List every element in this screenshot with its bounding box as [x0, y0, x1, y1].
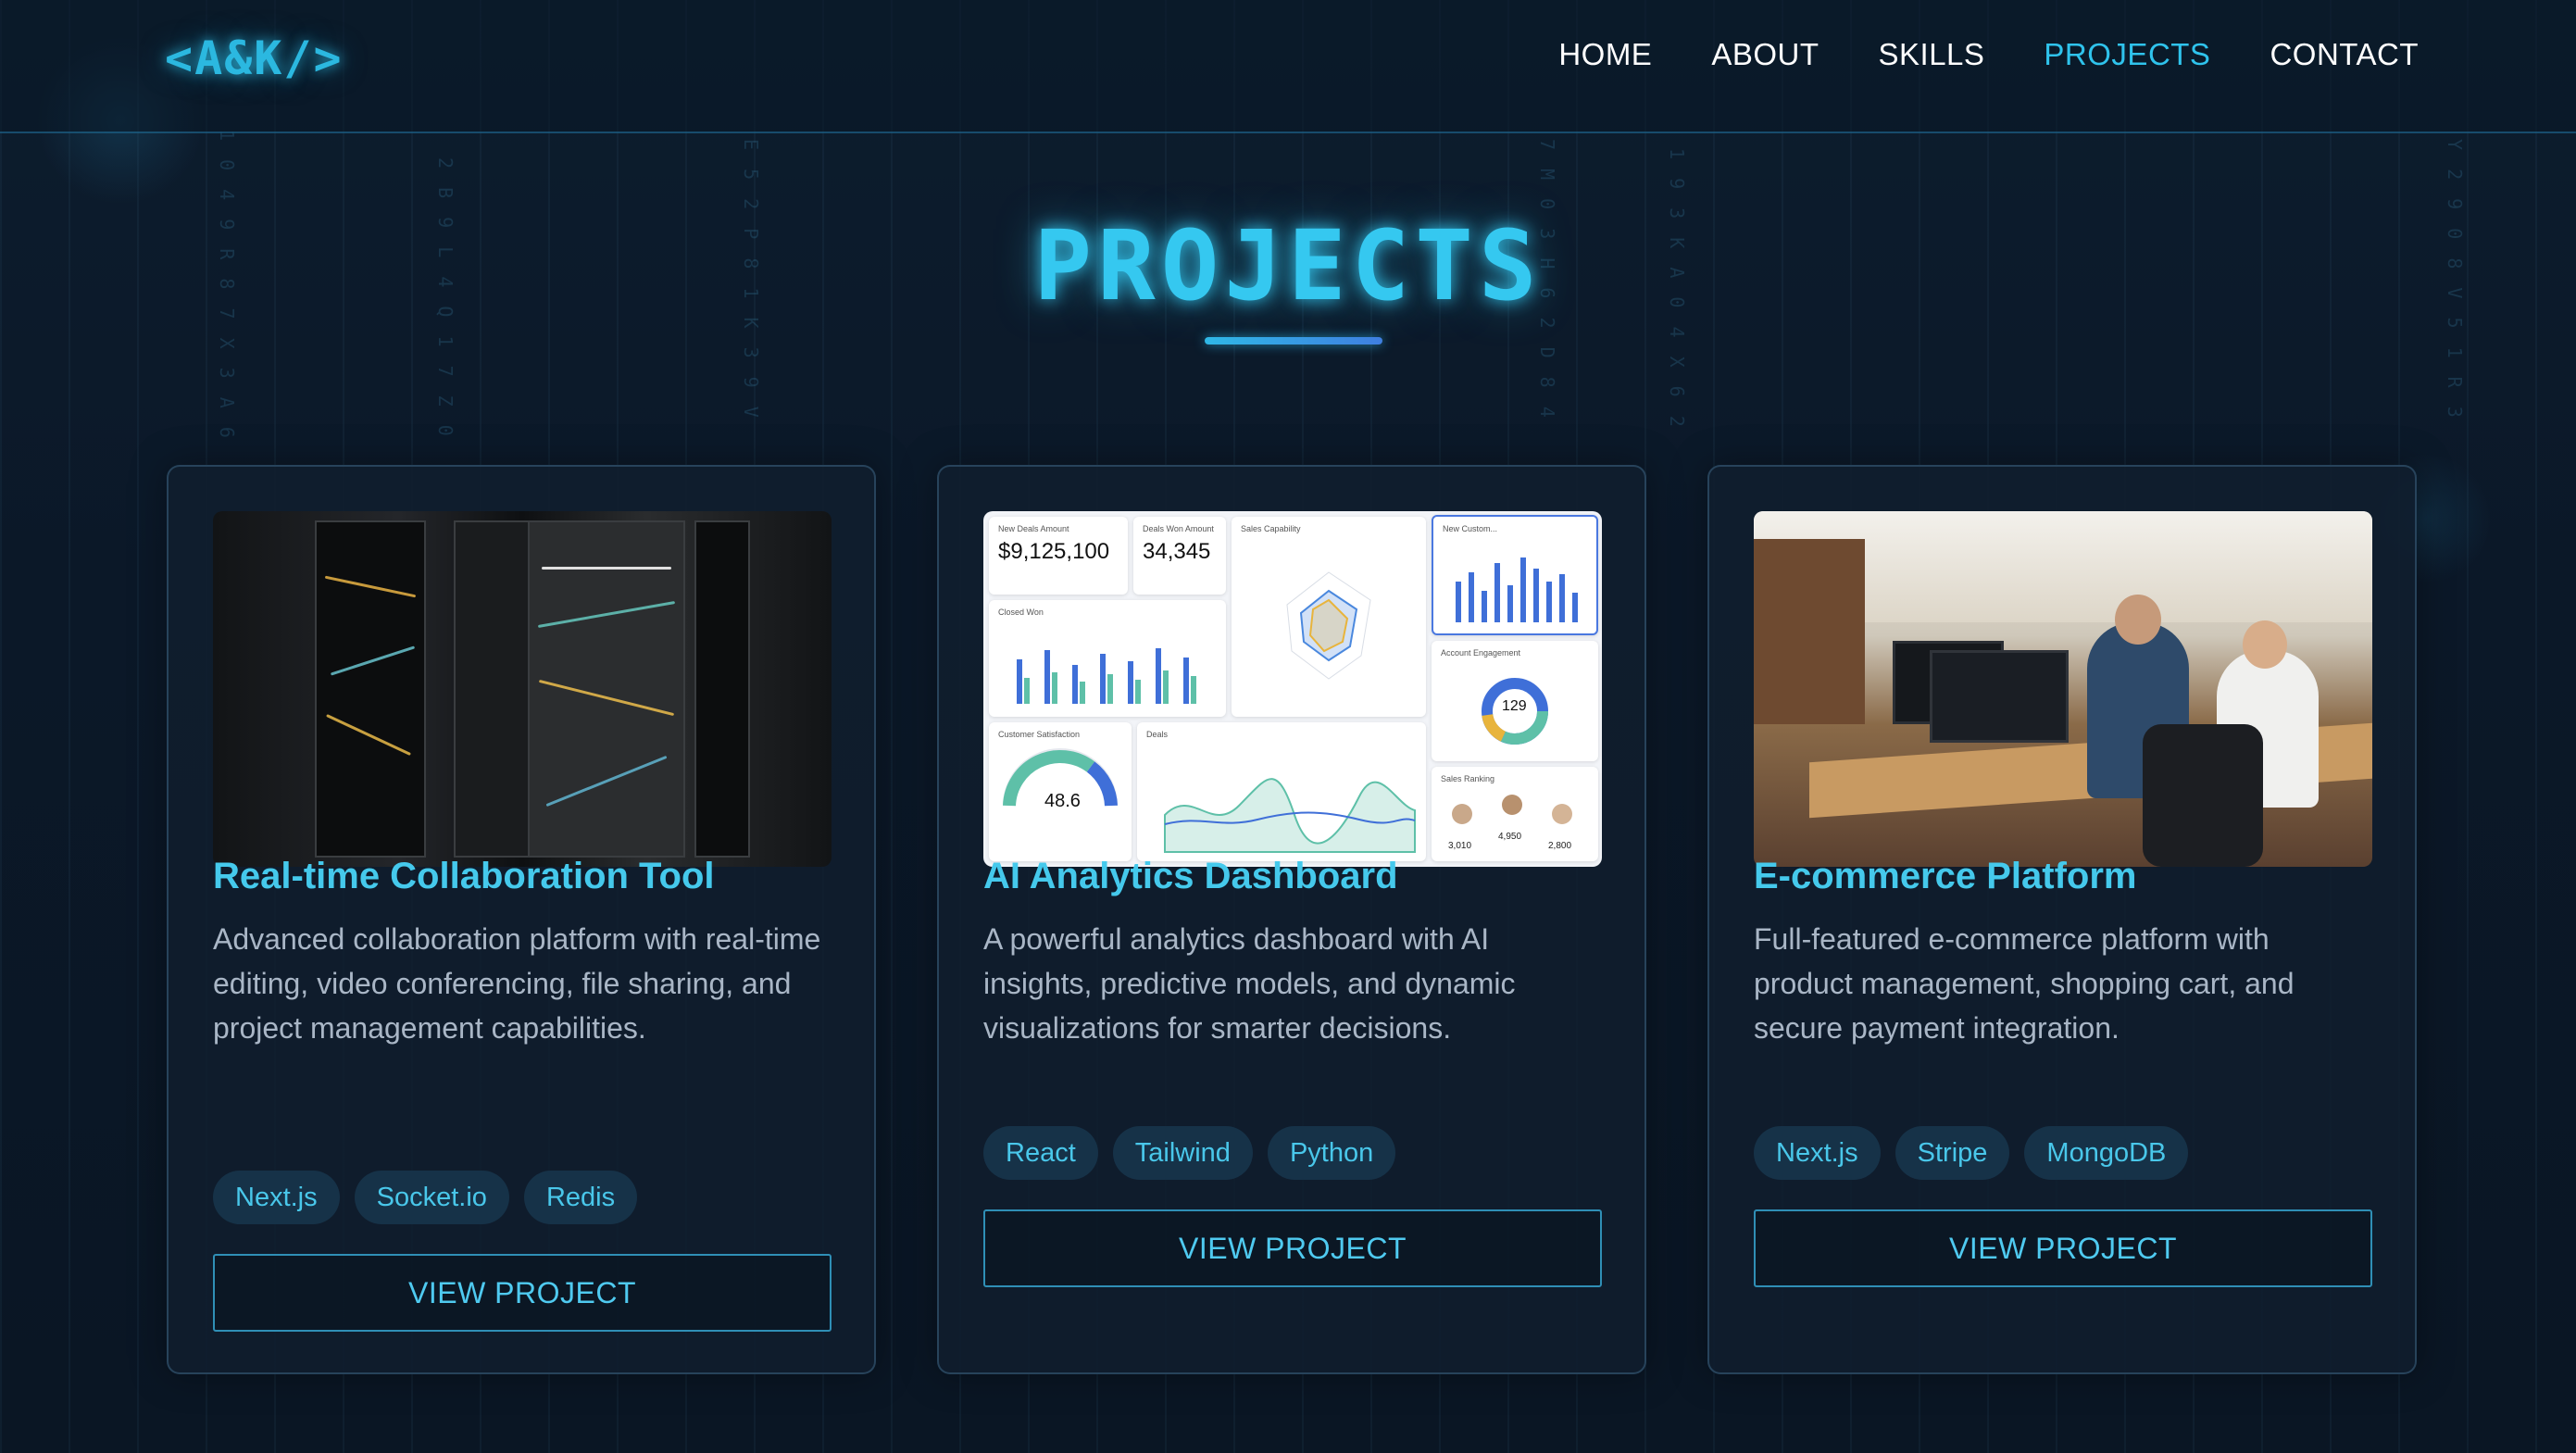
tech-tag: Tailwind — [1112, 1126, 1253, 1180]
person-head — [2243, 620, 2287, 669]
kpi-value: 34,345 — [1143, 539, 1211, 564]
server-rack — [454, 520, 537, 858]
tech-tags: React Tailwind Python — [983, 1126, 1396, 1180]
closed-won-tile: Closed Won — [989, 600, 1226, 717]
avatar — [1552, 804, 1572, 824]
nav-home[interactable]: HOME — [1558, 37, 1652, 72]
title-underline — [1205, 337, 1382, 344]
satisfaction-value: 48.6 — [1044, 791, 1081, 811]
deals-tile: Deals — [1137, 722, 1426, 861]
tech-tags: Next.js Socket.io Redis — [213, 1171, 638, 1224]
office-monitor — [1930, 650, 2069, 743]
radar-chart-tile: Sales Capability — [1232, 517, 1426, 717]
ranking-value: 3,010 — [1448, 841, 1472, 851]
project-description: Full-featured e-commerce platform with p… — [1754, 922, 2295, 1045]
radar-chart — [1286, 571, 1371, 680]
cable — [542, 567, 671, 570]
person-head — [2115, 595, 2161, 645]
kpi-tile: New Deals Amount $9,125,100 — [989, 517, 1128, 595]
view-project-button[interactable]: VIEW PROJECT — [213, 1254, 832, 1332]
tech-tags: Next.js Stripe MongoDB — [1754, 1126, 2189, 1180]
grouped-bar-chart — [1017, 648, 1196, 704]
main-nav: HOME ABOUT SKILLS PROJECTS CONTACT — [1558, 37, 2419, 72]
project-title[interactable]: AI Analytics Dashboard — [983, 856, 1398, 897]
avatar — [1452, 804, 1472, 824]
project-title[interactable]: E-commerce Platform — [1754, 856, 2136, 897]
project-description: A powerful analytics dashboard with AI i… — [983, 922, 1516, 1045]
engagement-tile: Account Engagement 129 — [1432, 641, 1598, 761]
ranking-label: Sales Ranking — [1441, 774, 1495, 783]
engagement-value: 129 — [1502, 698, 1527, 714]
server-rack — [694, 520, 750, 858]
avatar — [1502, 795, 1522, 815]
tech-tag: Stripe — [1894, 1126, 2010, 1180]
tech-tag: Next.js — [213, 1171, 340, 1224]
site-logo[interactable]: <A&K/> — [165, 31, 344, 87]
analytics-dashboard-image: New Deals Amount $9,125,100 Deals Won Am… — [983, 511, 1602, 867]
nav-skills[interactable]: SKILLS — [1879, 37, 1985, 72]
tech-tag: MongoDB — [2024, 1126, 2189, 1180]
ranking-value: 4,950 — [1498, 832, 1522, 842]
server-rack — [315, 520, 426, 858]
tech-tag: Redis — [523, 1171, 638, 1224]
page: 1 0 4 9 R 8 7 X 3 A 6 2 B 9 L 4 Q 1 7 Z … — [0, 0, 2576, 1453]
bar-chart — [1456, 557, 1578, 622]
bar-chart-tile: New Custom... — [1432, 515, 1598, 635]
section-title: PROJECTS — [1033, 209, 1543, 322]
tech-tag: Python — [1267, 1126, 1396, 1180]
project-description: Advanced collaboration platform with rea… — [213, 922, 821, 1045]
office-chair — [2143, 724, 2263, 867]
view-project-button[interactable]: VIEW PROJECT — [1754, 1209, 2372, 1287]
nav-about[interactable]: ABOUT — [1711, 37, 1819, 72]
kpi-value: $9,125,100 — [998, 539, 1110, 564]
ranking-tile: Sales Ranking 3,010 4,950 2,800 — [1432, 767, 1598, 861]
project-card-collaboration: Real-time Collaboration Tool Advanced co… — [167, 465, 876, 1374]
nav-projects[interactable]: PROJECTS — [2044, 37, 2210, 72]
satisfaction-tile: Customer Satisfaction 48.6 — [989, 722, 1132, 861]
tech-tag: Next.js — [1754, 1126, 1881, 1180]
kpi-tile: Deals Won Amount 34,345 — [1133, 517, 1226, 595]
project-card-ecommerce: E-commerce Platform Full-featured e-comm… — [1707, 465, 2417, 1374]
server-rack-image — [213, 511, 832, 867]
kpi-label: Deals Won Amount — [1143, 524, 1214, 533]
area-chart — [1164, 778, 1416, 853]
site-header: <A&K/> HOME ABOUT SKILLS PROJECTS CONTAC… — [0, 0, 2576, 133]
kpi-label: New Deals Amount — [998, 524, 1069, 533]
project-card-analytics: New Deals Amount $9,125,100 Deals Won Am… — [937, 465, 1646, 1374]
office-team-image — [1754, 511, 2372, 867]
tech-tag: Socket.io — [354, 1171, 509, 1224]
view-project-button[interactable]: VIEW PROJECT — [983, 1209, 1602, 1287]
nav-contact[interactable]: CONTACT — [2270, 37, 2419, 72]
ranking-value: 2,800 — [1548, 841, 1572, 851]
project-title[interactable]: Real-time Collaboration Tool — [213, 856, 715, 897]
server-rack — [528, 520, 685, 858]
tech-tag: React — [983, 1126, 1098, 1180]
office-shelf — [1754, 539, 1865, 724]
